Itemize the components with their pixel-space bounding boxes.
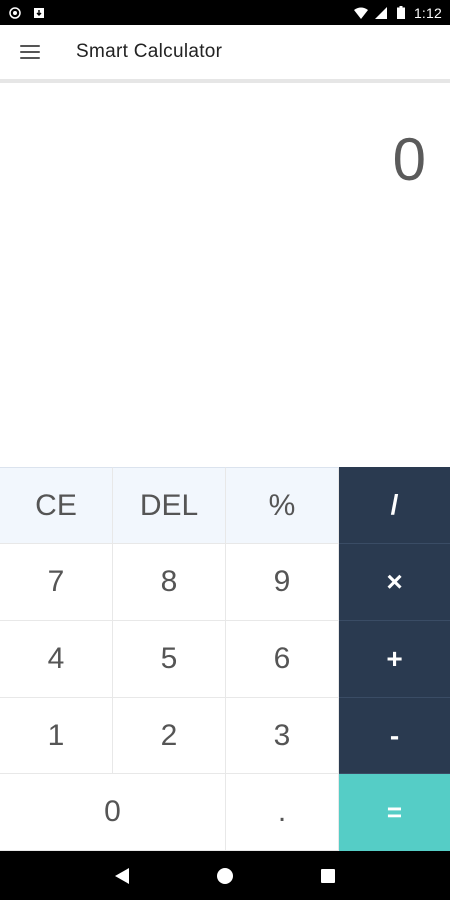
delete-button[interactable]: DEL bbox=[113, 467, 226, 544]
shield-icon bbox=[8, 6, 22, 20]
digit-5-button[interactable]: 5 bbox=[113, 621, 226, 698]
divide-button[interactable]: / bbox=[339, 467, 450, 544]
back-icon bbox=[114, 867, 129, 884]
app-bar: Smart Calculator bbox=[0, 25, 450, 83]
back-button[interactable] bbox=[102, 856, 142, 896]
signal-icon bbox=[374, 6, 388, 20]
multiply-button[interactable]: × bbox=[339, 544, 450, 621]
digit-4-button[interactable]: 4 bbox=[0, 621, 113, 698]
clear-entry-button[interactable]: CE bbox=[0, 467, 113, 544]
digit-2-button[interactable]: 2 bbox=[113, 698, 226, 774]
decimal-button[interactable]: . bbox=[226, 774, 339, 851]
home-icon bbox=[216, 867, 233, 884]
digit-1-button[interactable]: 1 bbox=[0, 698, 113, 774]
digit-9-button[interactable]: 9 bbox=[226, 544, 339, 621]
calculator-display: 0 bbox=[0, 87, 450, 467]
add-button[interactable]: + bbox=[339, 621, 450, 698]
display-value: 0 bbox=[392, 126, 426, 193]
battery-icon bbox=[394, 6, 408, 20]
digit-3-button[interactable]: 3 bbox=[226, 698, 339, 774]
nav-bar bbox=[0, 851, 450, 900]
digit-7-button[interactable]: 7 bbox=[0, 544, 113, 621]
digit-8-button[interactable]: 8 bbox=[113, 544, 226, 621]
app-title: Smart Calculator bbox=[76, 41, 223, 62]
menu-icon bbox=[20, 45, 40, 59]
keypad: CE DEL % / 7 8 9 × 4 5 6 + 1 2 3 - 0 . = bbox=[0, 467, 450, 851]
status-time: 1:12 bbox=[413, 4, 442, 21]
percent-button[interactable]: % bbox=[226, 467, 339, 544]
wifi-icon bbox=[353, 6, 368, 20]
digit-0-button[interactable]: 0 bbox=[0, 774, 226, 851]
recents-button[interactable] bbox=[308, 856, 348, 896]
status-bar: 1:12 bbox=[0, 0, 450, 25]
download-icon bbox=[32, 6, 46, 20]
equals-button[interactable]: = bbox=[339, 774, 450, 851]
subtract-button[interactable]: - bbox=[339, 698, 450, 774]
digit-6-button[interactable]: 6 bbox=[226, 621, 339, 698]
recents-icon bbox=[321, 868, 336, 883]
home-button[interactable] bbox=[205, 856, 245, 896]
menu-button[interactable] bbox=[0, 23, 60, 81]
